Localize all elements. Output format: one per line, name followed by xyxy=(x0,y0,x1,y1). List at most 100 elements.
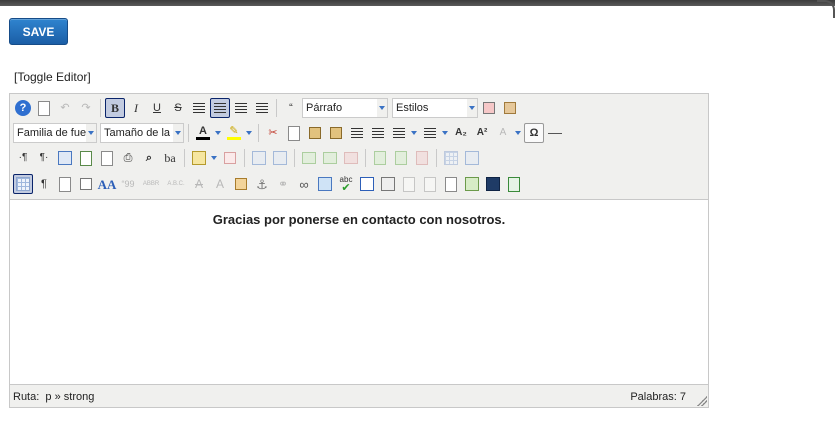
remove-format-button[interactable] xyxy=(479,98,499,118)
acronym-button[interactable]: A.B.C. xyxy=(164,174,188,194)
fullscreen-button[interactable] xyxy=(55,148,75,168)
visual-aid-button[interactable] xyxy=(13,174,33,194)
superscript-button[interactable]: A² xyxy=(472,123,492,143)
chevron-down-icon[interactable] xyxy=(213,123,223,143)
style-button[interactable]: A xyxy=(493,123,513,143)
highlight-color-button[interactable]: ✎ xyxy=(224,123,244,143)
bullet-list-button[interactable] xyxy=(420,123,440,143)
image-button[interactable] xyxy=(315,174,335,194)
align-center-button[interactable] xyxy=(210,98,230,118)
show-invisibles-button[interactable]: ¶ xyxy=(34,174,54,194)
insert-col-before-button[interactable] xyxy=(370,148,390,168)
insert-document-button[interactable] xyxy=(504,174,524,194)
element-path-value[interactable]: p » strong xyxy=(45,391,94,403)
subscript-button[interactable]: A₂ xyxy=(451,123,471,143)
highlight-split-button[interactable]: ✎ xyxy=(224,123,254,143)
table-split-button[interactable] xyxy=(189,148,219,168)
font-size-select[interactable]: Tamaño de la fuente xyxy=(100,123,184,143)
layer-button[interactable] xyxy=(357,174,377,194)
bold-button[interactable]: B xyxy=(105,98,125,118)
new-document-button[interactable] xyxy=(34,98,54,118)
styles-select[interactable]: Estilos xyxy=(392,98,478,118)
preview-button[interactable] xyxy=(76,148,96,168)
abbreviation-button[interactable]: ABBR xyxy=(139,174,163,194)
content-paragraph[interactable]: Gracias por ponerse en contacto con noso… xyxy=(10,212,708,227)
link-button[interactable]: ∞ xyxy=(294,174,314,194)
cite-icon: “99 xyxy=(121,178,135,189)
underline-icon: U xyxy=(153,101,161,114)
delete-table-button[interactable] xyxy=(220,148,240,168)
format-select[interactable]: Párrafo xyxy=(302,98,388,118)
resize-grip-icon[interactable] xyxy=(697,396,707,406)
print-button[interactable]: ⎙ xyxy=(118,148,138,168)
align-right-button[interactable] xyxy=(252,98,272,118)
numbered-list-split-button[interactable] xyxy=(389,123,419,143)
strikethrough-button[interactable]: S xyxy=(168,98,188,118)
chevron-down-icon[interactable] xyxy=(209,148,219,168)
attributes-button[interactable] xyxy=(231,174,251,194)
row-properties-button[interactable] xyxy=(249,148,269,168)
cite-button[interactable]: “99 xyxy=(118,174,138,194)
cell-properties-button[interactable] xyxy=(270,148,290,168)
insert-table-button[interactable] xyxy=(189,148,209,168)
insert-row-before-button[interactable] xyxy=(299,148,319,168)
insert-row-after-button[interactable] xyxy=(320,148,340,168)
split-cells-button[interactable] xyxy=(441,148,461,168)
html-source-button[interactable] xyxy=(97,148,117,168)
anchor-button[interactable]: ⚓ xyxy=(252,174,272,194)
cut-button[interactable]: ✂ xyxy=(263,123,283,143)
undo-button[interactable]: ↶ xyxy=(55,98,75,118)
find-button[interactable]: ⌕ xyxy=(139,148,159,168)
rtl-button[interactable]: ¶· xyxy=(34,148,54,168)
move-backward-button[interactable] xyxy=(420,174,440,194)
font-family-select[interactable]: Familia de fuente xyxy=(13,123,97,143)
insert-file-button[interactable] xyxy=(441,174,461,194)
help-button[interactable]: ? xyxy=(13,98,33,118)
save-button[interactable]: SAVE xyxy=(9,18,68,45)
delete-col-button[interactable] xyxy=(412,148,432,168)
paste-text-button[interactable] xyxy=(326,123,346,143)
styleprops-button[interactable]: AA xyxy=(97,174,117,194)
ltr-button[interactable]: ·¶ xyxy=(13,148,33,168)
media-button[interactable] xyxy=(483,174,503,194)
page-break-button[interactable] xyxy=(76,174,96,194)
text-color-button[interactable]: A xyxy=(193,123,213,143)
horizontal-rule-button[interactable] xyxy=(545,123,565,143)
text-color-split-button[interactable]: A xyxy=(193,123,223,143)
numbered-list-button[interactable] xyxy=(389,123,409,143)
indent-button[interactable] xyxy=(368,123,388,143)
justify-full-button[interactable] xyxy=(189,98,209,118)
template-button[interactable] xyxy=(55,174,75,194)
blockquote-button[interactable]: “ xyxy=(281,98,301,118)
bullet-list-split-button[interactable] xyxy=(420,123,450,143)
copy-button[interactable] xyxy=(284,123,304,143)
insert-col-after-button[interactable] xyxy=(391,148,411,168)
align-left-button[interactable] xyxy=(231,98,251,118)
paste-button[interactable] xyxy=(305,123,325,143)
italic-button[interactable]: I xyxy=(126,98,146,118)
insert-image-manager-button[interactable] xyxy=(462,174,482,194)
toggle-editor-link[interactable]: [Toggle Editor] xyxy=(14,70,91,84)
outdent-button[interactable] xyxy=(347,123,367,143)
toolbar-separator xyxy=(258,124,259,142)
underline-button[interactable]: U xyxy=(147,98,167,118)
special-character-button[interactable]: Ω xyxy=(524,123,544,143)
unlink-button[interactable]: ⚭ xyxy=(273,174,293,194)
fontsize-style-split-button[interactable]: A xyxy=(493,123,523,143)
chevron-down-icon[interactable] xyxy=(244,123,254,143)
fullscreen-icon xyxy=(58,151,72,165)
chevron-down-icon[interactable] xyxy=(513,123,523,143)
editor-content-area[interactable]: Gracias por ponerse en contacto con noso… xyxy=(10,199,708,385)
delete-text-button[interactable]: A xyxy=(189,174,209,194)
spellcheck-button[interactable]: abc ✔ xyxy=(336,174,356,194)
chevron-down-icon[interactable] xyxy=(440,123,450,143)
chevron-down-icon[interactable] xyxy=(409,123,419,143)
redo-button[interactable]: ↷ xyxy=(76,98,96,118)
merge-cells-button[interactable] xyxy=(462,148,482,168)
cleanup-button[interactable] xyxy=(500,98,520,118)
absolute-button[interactable] xyxy=(378,174,398,194)
move-forward-button[interactable] xyxy=(399,174,419,194)
insert-text-button[interactable]: A xyxy=(210,174,230,194)
replace-button[interactable]: ba xyxy=(160,148,180,168)
delete-row-button[interactable] xyxy=(341,148,361,168)
